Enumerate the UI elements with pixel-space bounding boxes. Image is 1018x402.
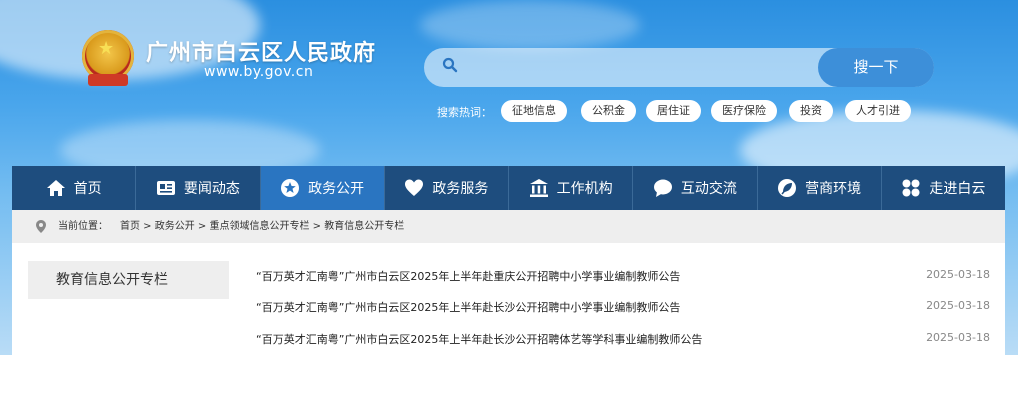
nav-item-about-baiyun[interactable]: 走进白云 xyxy=(882,166,1005,210)
news-date: 2025-03-18 xyxy=(926,299,990,312)
list-item: “百万英才汇南粤”广州市白云区2025年上半年赴长沙公开招聘中小学事业编制教师公… xyxy=(256,297,990,317)
home-icon xyxy=(46,180,65,196)
breadcrumb-label: 当前位置： xyxy=(58,221,108,232)
search-input[interactable] xyxy=(470,52,814,84)
hot-search-label: 搜索热词： xyxy=(437,106,492,119)
news-date: 2025-03-18 xyxy=(926,268,990,281)
breadcrumb-path[interactable]: 首页 > 政务公开 > 重点领域信息公开专栏 > 教育信息公开专栏 xyxy=(120,210,404,243)
hot-tag[interactable]: 居住证 xyxy=(646,100,701,122)
emblem-ribbon xyxy=(88,74,128,86)
hot-tag[interactable]: 人才引进 xyxy=(845,100,911,122)
nav-item-label: 政务公开 xyxy=(308,181,365,197)
nav-item-label: 工作机构 xyxy=(556,181,613,197)
nav-item-agencies[interactable]: 工作机构 xyxy=(509,166,634,210)
main-content: 教育信息公开专栏 “百万英才汇南粤”广州市白云区2025年上半年赴重庆公开招聘中… xyxy=(12,243,1005,355)
search-icon[interactable] xyxy=(442,57,458,73)
main-nav: 首页 要闻动态 政务公开 政务服务 工作机构 互动交流 营商环境 走进白云 xyxy=(12,166,1005,210)
hot-tag[interactable]: 医疗保险 xyxy=(711,100,777,122)
grid-icon xyxy=(902,179,920,197)
cloud-decoration xyxy=(420,0,640,50)
nav-item-label: 营商环境 xyxy=(805,181,862,197)
search-box: 搜一下 xyxy=(424,48,934,87)
heart-icon xyxy=(405,179,424,196)
hot-tag[interactable]: 征地信息 xyxy=(501,100,567,122)
nav-item-label: 走进白云 xyxy=(929,181,986,197)
site-url: www.by.gov.cn xyxy=(204,64,314,80)
hot-tag[interactable]: 投资 xyxy=(789,100,833,122)
news-icon xyxy=(156,181,175,195)
site-title[interactable]: 广州市白云区人民政府 xyxy=(146,35,376,67)
chat-icon xyxy=(653,179,672,197)
list-item: “百万英才汇南粤”广州市白云区2025年上半年赴重庆公开招聘中小学事业编制教师公… xyxy=(256,266,990,286)
search-button[interactable]: 搜一下 xyxy=(818,48,934,87)
nav-item-label: 政务服务 xyxy=(432,181,489,197)
nav-item-business-environment[interactable]: 营商环境 xyxy=(758,166,882,210)
list-item: “百万英才汇南粤”广州市白云区2025年上半年赴长沙公开招聘体艺等学科事业编制教… xyxy=(256,329,990,349)
building-icon xyxy=(529,179,548,197)
star-icon xyxy=(281,179,300,197)
nav-item-news[interactable]: 要闻动态 xyxy=(136,166,261,210)
sidebar-title[interactable]: 教育信息公开专栏 xyxy=(28,261,229,299)
star-icon: ★ xyxy=(98,38,115,59)
nav-item-label: 要闻动态 xyxy=(183,181,240,197)
nav-item-label: 首页 xyxy=(73,181,102,197)
nav-item-government-affairs[interactable]: 政务公开 xyxy=(260,166,385,210)
hot-tag[interactable]: 公积金 xyxy=(581,100,636,122)
nav-item-services[interactable]: 政务服务 xyxy=(385,166,509,210)
nav-item-home[interactable]: 首页 xyxy=(12,166,137,210)
news-title-link[interactable]: “百万英才汇南粤”广州市白云区2025年上半年赴长沙公开招聘中小学事业编制教师公… xyxy=(256,299,680,315)
leaf-icon xyxy=(778,179,797,197)
location-pin-icon xyxy=(36,220,46,233)
news-title-link[interactable]: “百万英才汇南粤”广州市白云区2025年上半年赴重庆公开招聘中小学事业编制教师公… xyxy=(256,268,680,284)
nav-item-label: 互动交流 xyxy=(680,181,737,197)
news-title-link[interactable]: “百万英才汇南粤”广州市白云区2025年上半年赴长沙公开招聘体艺等学科事业编制教… xyxy=(256,331,702,347)
news-date: 2025-03-18 xyxy=(926,331,990,344)
nav-item-interaction[interactable]: 互动交流 xyxy=(633,166,758,210)
breadcrumb: 当前位置： 首页 > 政务公开 > 重点领域信息公开专栏 > 教育信息公开专栏 xyxy=(12,210,1005,243)
